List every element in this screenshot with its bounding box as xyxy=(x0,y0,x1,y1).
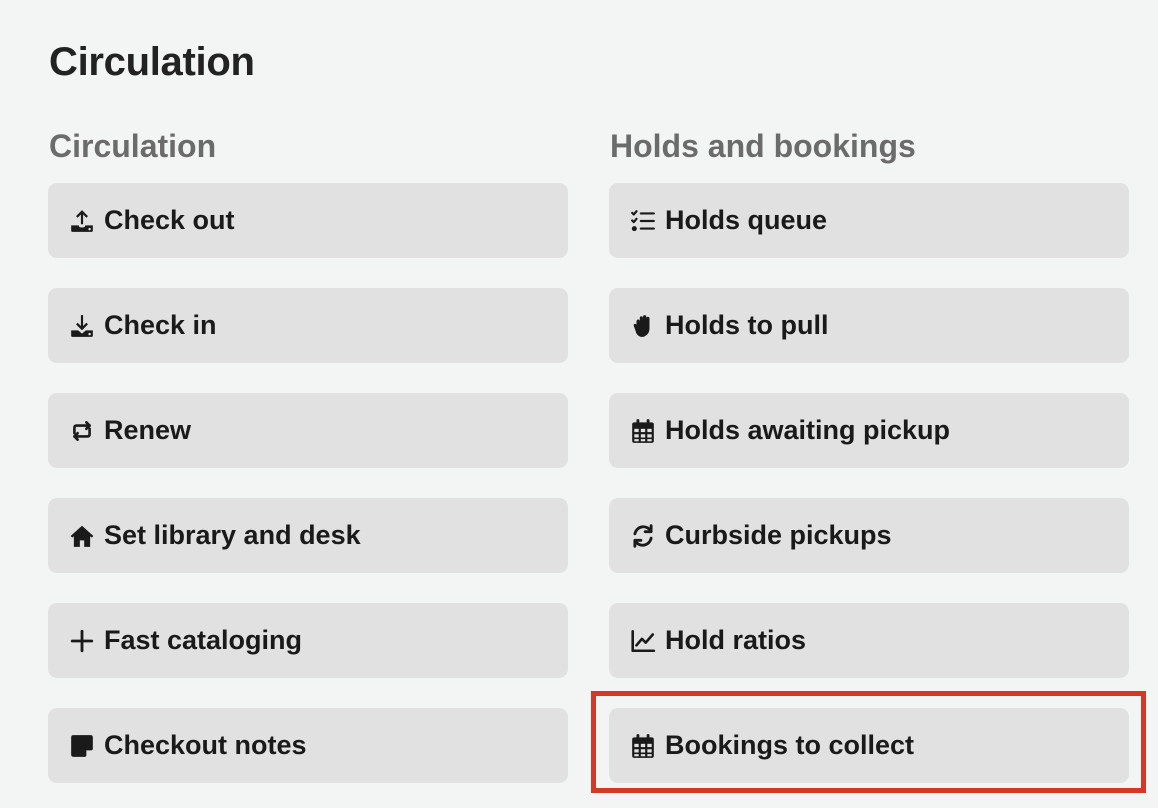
fast-cataloging-label: Fast cataloging xyxy=(104,625,303,655)
check-out-label: Check out xyxy=(104,205,235,235)
fast-cataloging-button[interactable]: Fast cataloging xyxy=(48,603,568,678)
renew-button[interactable]: Renew xyxy=(48,393,568,468)
calendar-icon xyxy=(628,416,658,446)
sticky-note-icon xyxy=(67,731,97,761)
home-icon xyxy=(67,521,97,551)
set-library-and-desk-label: Set library and desk xyxy=(104,520,361,550)
checkout-notes-button[interactable]: Checkout notes xyxy=(48,708,568,783)
bookings-to-collect-label: Bookings to collect xyxy=(665,730,915,760)
curbside-pickups-label: Curbside pickups xyxy=(665,520,892,550)
repeat-icon xyxy=(67,416,97,446)
holds-awaiting-pickup-button[interactable]: Holds awaiting pickup xyxy=(609,393,1129,468)
renew-label: Renew xyxy=(104,415,192,445)
check-in-label: Check in xyxy=(104,310,217,340)
hand-icon xyxy=(628,311,658,341)
upload-tray-icon xyxy=(67,206,97,236)
holds-queue-label: Holds queue xyxy=(665,205,828,235)
refresh-icon xyxy=(628,521,658,551)
check-in-button[interactable]: Check in xyxy=(48,288,568,363)
circulation-page: Circulation Circulation Check out Check … xyxy=(0,0,1158,808)
check-out-button[interactable]: Check out xyxy=(48,183,568,258)
curbside-pickups-button[interactable]: Curbside pickups xyxy=(609,498,1129,573)
holds-to-pull-button[interactable]: Holds to pull xyxy=(609,288,1129,363)
circulation-column: Circulation Check out Check in Renew Set… xyxy=(48,126,568,808)
calendar-icon xyxy=(628,731,658,761)
bookings-to-collect-button[interactable]: Bookings to collect xyxy=(609,708,1129,783)
hold-ratios-button[interactable]: Hold ratios xyxy=(609,603,1129,678)
download-tray-icon xyxy=(67,311,97,341)
set-library-and-desk-button[interactable]: Set library and desk xyxy=(48,498,568,573)
circulation-section-heading: Circulation xyxy=(49,128,217,164)
holds-queue-button[interactable]: Holds queue xyxy=(609,183,1129,258)
line-chart-icon xyxy=(628,626,658,656)
holds-column: Holds and bookings Holds queue Holds to … xyxy=(609,126,1129,808)
checkout-notes-label: Checkout notes xyxy=(104,730,307,760)
plus-icon xyxy=(67,626,97,656)
hold-ratios-label: Hold ratios xyxy=(665,625,807,655)
checklist-icon xyxy=(628,206,658,236)
holds-awaiting-pickup-label: Holds awaiting pickup xyxy=(665,415,951,445)
holds-to-pull-label: Holds to pull xyxy=(665,310,829,340)
holds-section-heading: Holds and bookings xyxy=(610,128,916,164)
page-title: Circulation xyxy=(49,40,255,84)
